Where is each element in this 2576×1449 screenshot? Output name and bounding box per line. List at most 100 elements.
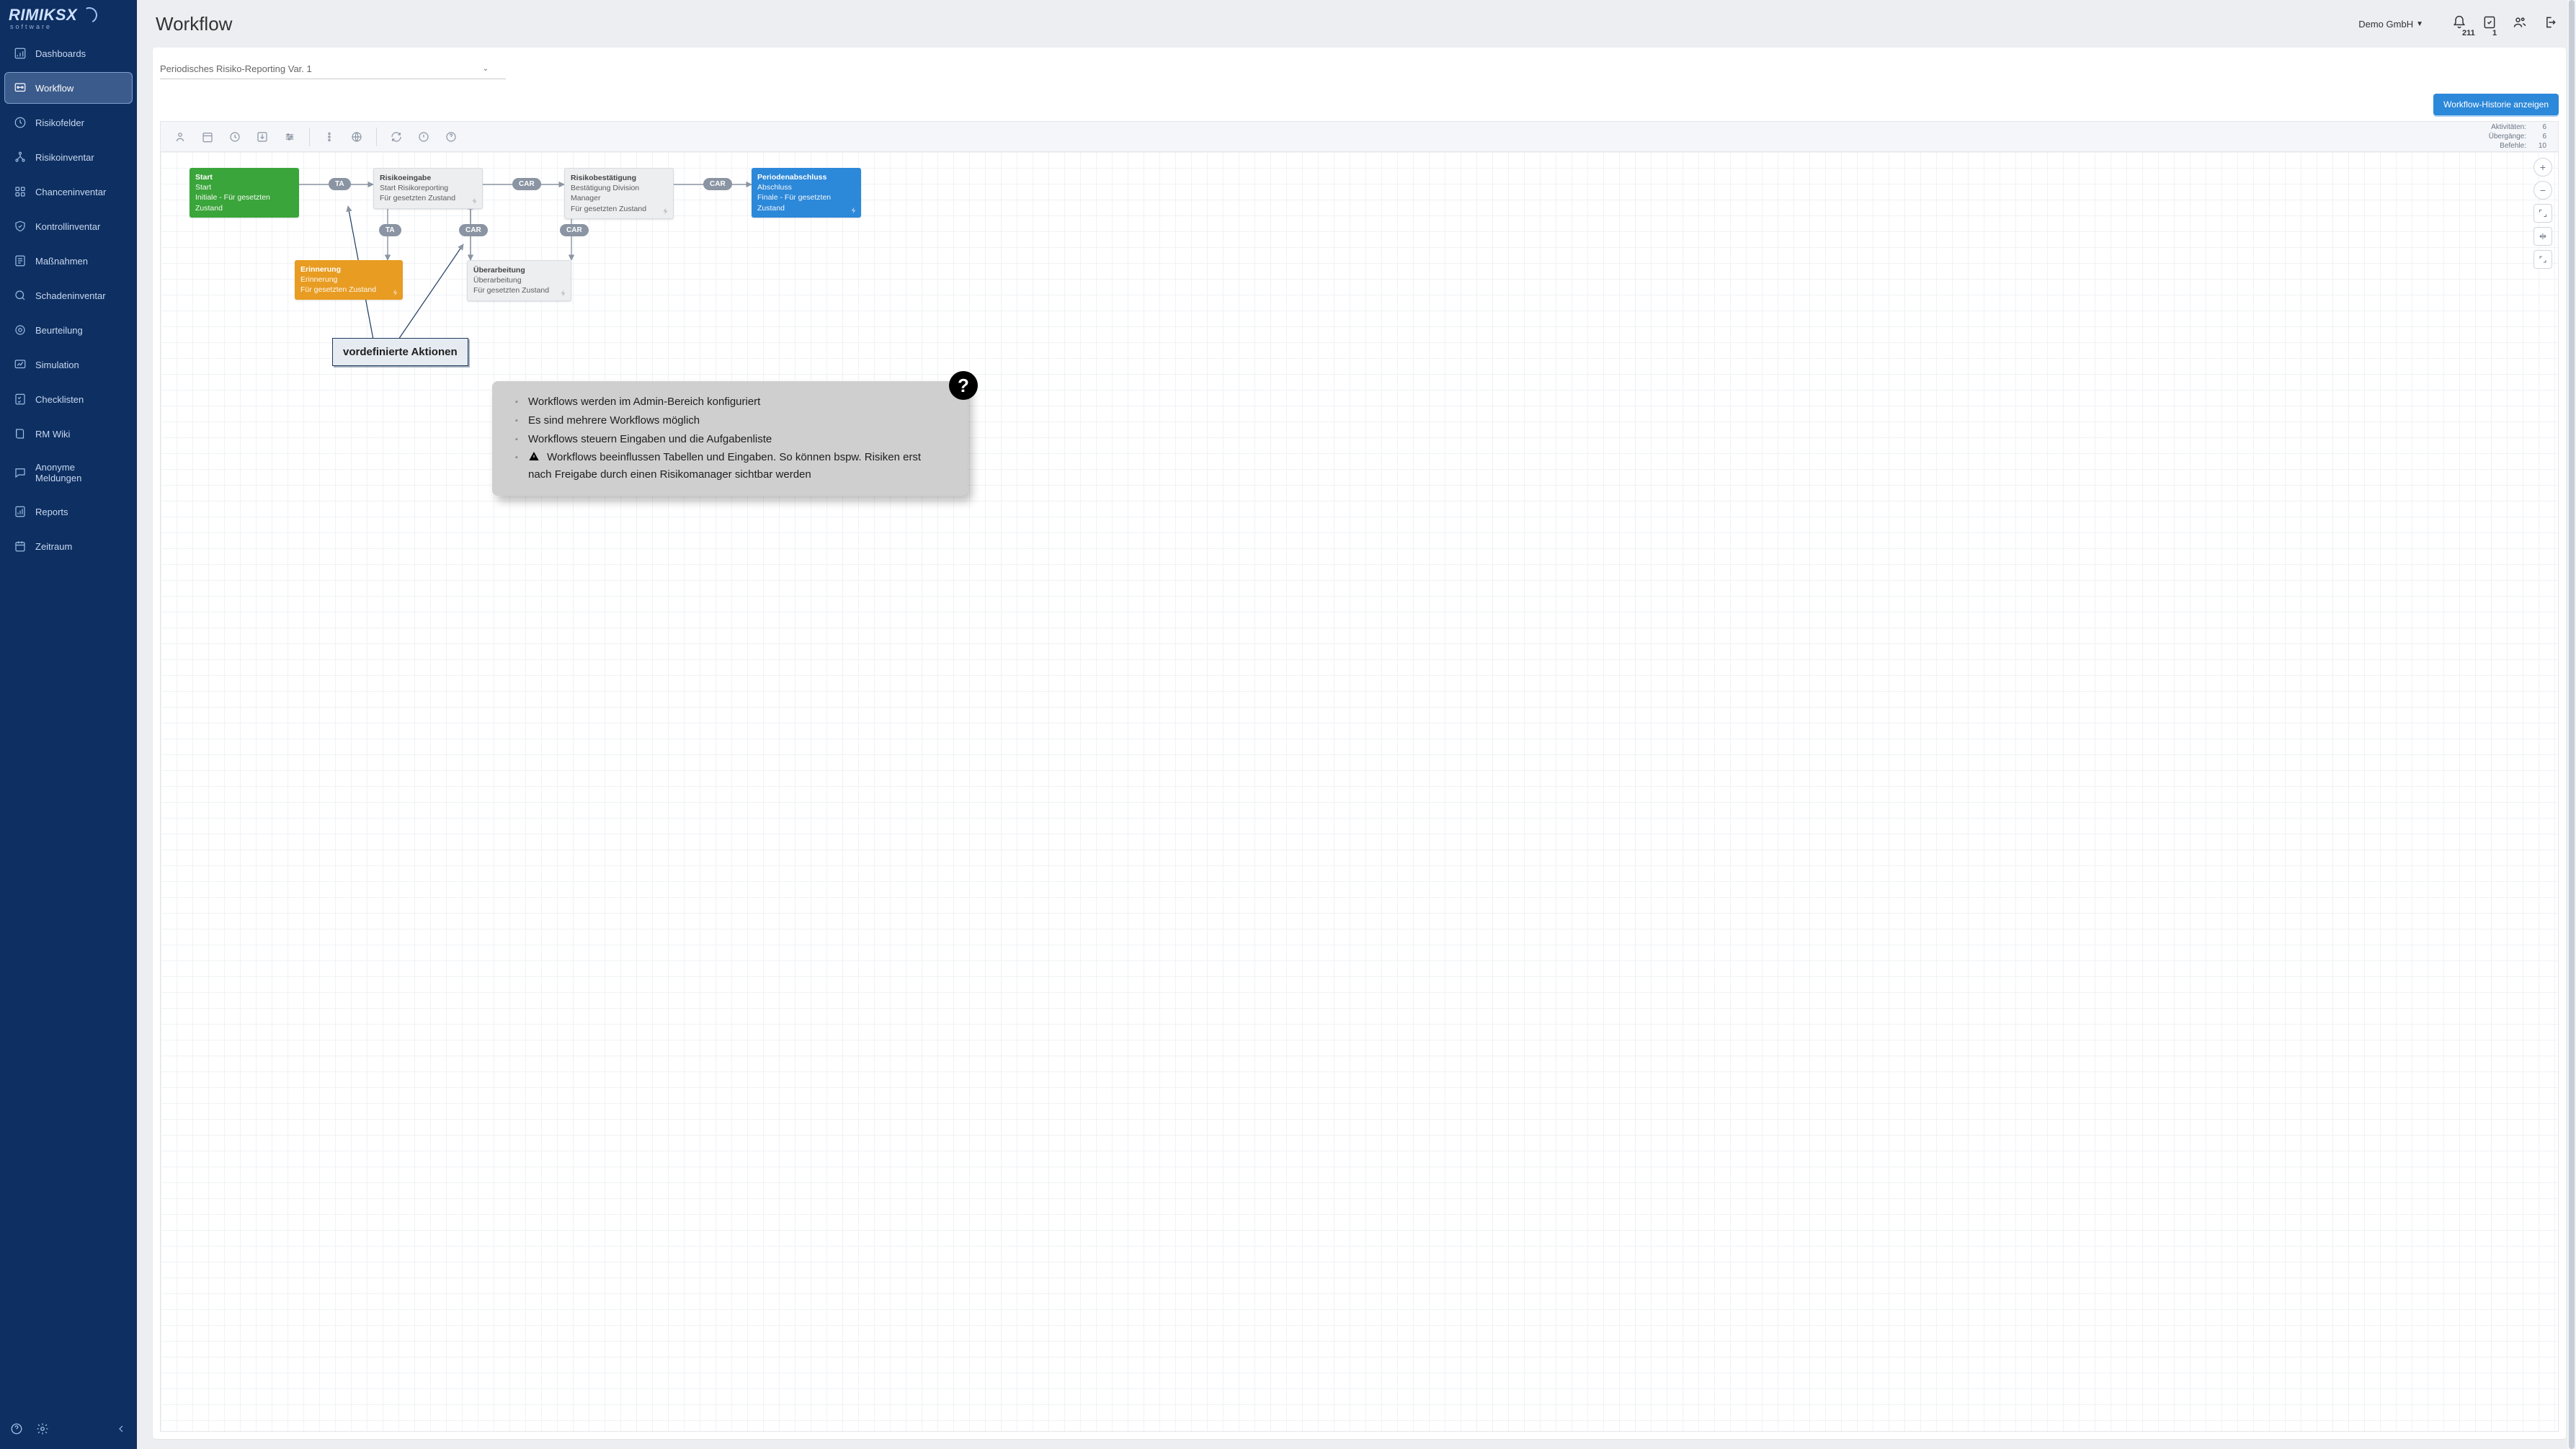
checklist-icon (14, 393, 27, 406)
warning-icon (528, 450, 540, 467)
sidebar-item-kontrollinventar[interactable]: Kontrollinventar (4, 210, 133, 242)
bolt-icon (559, 289, 568, 298)
sidebar-item-label: Anonyme Meldungen (35, 462, 123, 483)
sidebar-item-risikoinventar[interactable]: Risikoinventar (4, 141, 133, 173)
connector-lines (161, 152, 2558, 1431)
topbar-icons: 211 1 (2452, 15, 2557, 33)
collapse-sidebar-icon[interactable] (115, 1423, 127, 1438)
sidebar-item-dashboards[interactable]: Dashboards (4, 37, 133, 69)
message-icon (14, 466, 27, 479)
calendar-icon (14, 540, 27, 553)
sidebar-item-label: Risikoinventar (35, 152, 94, 163)
logout-button[interactable] (2543, 15, 2557, 33)
sidebar-item-zeitraum[interactable]: Zeitraum (4, 530, 133, 562)
node-periodenabschluss[interactable]: Periodenabschluss Abschluss Finale - Für… (752, 168, 861, 218)
sidebar-item-rmwiki[interactable]: RM Wiki (4, 418, 133, 450)
callout-text: vordefinierte Aktionen (343, 346, 458, 358)
report-icon (14, 505, 27, 518)
tool-import-icon[interactable] (250, 125, 275, 149)
notifications-button[interactable]: 211 (2452, 15, 2466, 33)
node-risikobestaetigung[interactable]: Risikobestätigung Bestätigung Division M… (564, 168, 674, 219)
node-title: Risikobestätigung (571, 173, 667, 183)
sidebar-item-label: Risikofelder (35, 117, 84, 128)
sidebar-item-beurteilung[interactable]: Beurteilung (4, 314, 133, 346)
info-overlay: ? Workflows werden im Admin-Bereich konf… (492, 381, 968, 496)
list-icon (14, 254, 27, 267)
node-subtitle: Start Risikoreporting (380, 183, 476, 193)
zoom-in-button[interactable]: + (2533, 158, 2552, 177)
shield-check-icon (14, 220, 27, 233)
tool-more-icon[interactable] (317, 125, 342, 149)
tool-alert-icon[interactable] (411, 125, 436, 149)
sidebar-item-label: RM Wiki (35, 429, 70, 440)
bolt-icon (471, 197, 479, 205)
canvas-stats: Aktivitäten:6 Übergänge:6 Befehle:10 (2489, 122, 2551, 151)
hierarchy-icon (14, 151, 27, 164)
sidebar-item-massnahmen[interactable]: Maßnahmen (4, 245, 133, 277)
stat-commands-value: 10 (2533, 141, 2546, 151)
overlay-item: Workflows steuern Eingaben und die Aufga… (518, 430, 935, 449)
sidebar-item-reports[interactable]: Reports (4, 496, 133, 527)
action-row: Workflow-Historie anzeigen (160, 86, 2559, 121)
topbar: Workflow Demo GmbH ▼ 211 1 (137, 0, 2576, 48)
transition-ta[interactable]: TA (379, 224, 401, 236)
node-start[interactable]: Start Start Initiale - Für gesetzten Zus… (190, 168, 299, 218)
main: Workflow Demo GmbH ▼ 211 1 (137, 0, 2576, 1449)
sidebar-item-label: Chanceninventar (35, 187, 106, 197)
canvas-toolbar: Aktivitäten:6 Übergänge:6 Befehle:10 (161, 122, 2558, 152)
users-button[interactable] (2513, 15, 2527, 33)
transition-ta[interactable]: TA (329, 178, 351, 190)
sidebar-item-workflow[interactable]: Workflow (4, 72, 133, 104)
stat-commands-label: Befehle: (2500, 141, 2526, 151)
sidebar-item-label: Maßnahmen (35, 256, 88, 267)
tool-help-icon[interactable] (439, 125, 463, 149)
bolt-icon (850, 206, 858, 215)
tool-globe-icon[interactable] (344, 125, 369, 149)
node-erinnerung[interactable]: Erinnerung Erinnerung Für gesetzten Zust… (295, 260, 403, 300)
sidebar-item-checklisten[interactable]: Checklisten (4, 383, 133, 415)
help-icon[interactable] (10, 1422, 23, 1439)
callout-arrows (161, 152, 2558, 1431)
node-risikoeingabe[interactable]: Risikoeingabe Start Risikoreporting Für … (373, 168, 483, 209)
transition-car[interactable]: CAR (459, 224, 488, 236)
transition-car[interactable]: CAR (703, 178, 732, 190)
vertical-scrollbar[interactable] (2567, 0, 2576, 1449)
show-history-button[interactable]: Workflow-Historie anzeigen (2433, 94, 2559, 115)
bolt-icon (661, 207, 670, 215)
zoom-out-button[interactable]: − (2533, 181, 2552, 200)
node-ueberarbeitung[interactable]: Überarbeitung Überarbeitung Für gesetzte… (467, 260, 571, 301)
sidebar-item-simulation[interactable]: Simulation (4, 349, 133, 380)
tasks-button[interactable]: 1 (2482, 15, 2497, 33)
target-icon (14, 324, 27, 336)
fit-screen-button[interactable] (2533, 204, 2552, 223)
org-selector[interactable]: Demo GmbH ▼ (2358, 19, 2423, 30)
brand-name: RIMIKSX (9, 6, 77, 24)
transition-car[interactable]: CAR (512, 178, 541, 190)
sidebar-item-anonyme[interactable]: Anonyme Meldungen (4, 452, 133, 493)
sidebar-item-label: Beurteilung (35, 325, 83, 336)
workflow-canvas[interactable]: Start Start Initiale - Für gesetzten Zus… (161, 152, 2558, 1431)
gear-icon[interactable] (36, 1422, 49, 1439)
sidebar-item-schadeninventar[interactable]: Schadeninventar (4, 280, 133, 311)
brand-swoosh-icon (79, 5, 99, 25)
sidebar-item-label: Reports (35, 507, 68, 517)
tool-refresh-icon[interactable] (384, 125, 409, 149)
overlay-item: Workflows beeinflussen Tabellen und Eing… (518, 448, 935, 484)
pan-button[interactable] (2533, 227, 2552, 246)
sidebar: RIMIKSX software Dashboards Workflow Ris… (0, 0, 137, 1449)
sidebar-item-risikofelder[interactable]: Risikofelder (4, 107, 133, 138)
fullscreen-button[interactable] (2533, 250, 2552, 269)
node-state: Für gesetzten Zustand (571, 204, 667, 214)
node-subtitle: Abschluss (757, 182, 855, 192)
tool-user-icon[interactable] (168, 125, 192, 149)
overlay-item: Es sind mehrere Workflows möglich (518, 411, 935, 430)
sidebar-nav: Dashboards Workflow Risikofelder Risikoi… (0, 37, 137, 562)
workflow-select[interactable]: Periodisches Risiko-Reporting Var. 1 ⌄ (160, 59, 506, 79)
sidebar-item-chanceninventar[interactable]: Chanceninventar (4, 176, 133, 208)
tool-sliders-icon[interactable] (277, 125, 302, 149)
tool-calendar-icon[interactable] (195, 125, 220, 149)
magnify-icon (14, 289, 27, 302)
sidebar-item-label: Workflow (35, 83, 73, 94)
tool-clock-icon[interactable] (223, 125, 247, 149)
transition-car[interactable]: CAR (560, 224, 589, 236)
